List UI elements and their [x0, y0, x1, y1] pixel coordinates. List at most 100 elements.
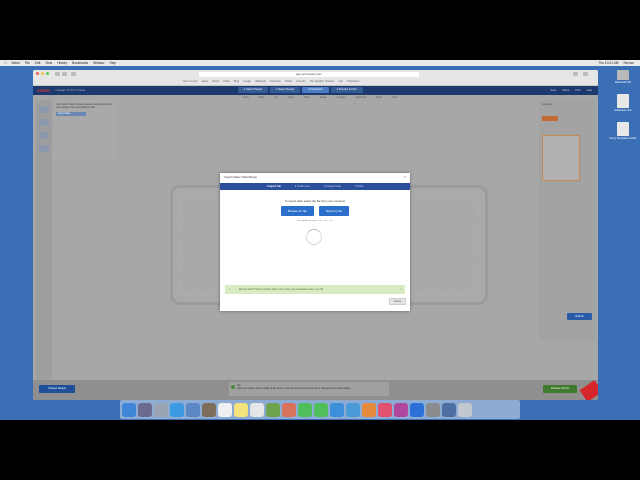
app-store-icon[interactable]: [410, 402, 424, 417]
menubar-user[interactable]: Service: [623, 60, 634, 66]
bookmark[interactable]: LinkedIn: [296, 80, 305, 84]
desktop-icon-hd[interactable]: Macintosh HD: [606, 70, 640, 84]
menu-edit[interactable]: Edit: [35, 60, 41, 66]
cut-button[interactable]: Cut: [274, 96, 278, 99]
forward-icon[interactable]: [62, 72, 67, 76]
finder-icon[interactable]: [122, 402, 136, 417]
trash-icon[interactable]: [458, 402, 472, 417]
shape-tool-icon[interactable]: [39, 132, 49, 139]
bookmark[interactable]: The Weather Channel: [310, 80, 334, 84]
menu-bookmarks[interactable]: Bookmarks: [72, 60, 88, 66]
bookmark[interactable]: TripAdvisor: [347, 80, 360, 84]
menu-help[interactable]: Help: [109, 60, 116, 66]
back-icon[interactable]: [55, 72, 60, 76]
contacts-icon[interactable]: [202, 402, 216, 417]
itunes-icon[interactable]: [378, 402, 392, 417]
system-preferences-icon[interactable]: [426, 402, 440, 417]
print-link[interactable]: Print: [575, 87, 580, 94]
help-link[interactable]: Help: [587, 87, 592, 94]
bookmarks-bar: Home Useful Apple iCloud Yahoo Bing Goog…: [183, 80, 443, 84]
grid-button[interactable]: Grid: [392, 96, 397, 99]
more-tools-icon[interactable]: [39, 145, 49, 152]
image-tool-icon[interactable]: [39, 119, 49, 126]
menubar-clock[interactable]: Thu 10:21 AM: [599, 60, 619, 66]
share-icon[interactable]: [573, 72, 578, 76]
desktop:  Safari File Edit View History Bookmark…: [0, 60, 640, 420]
step-preview-print[interactable]: 4 Preview & Print: [330, 87, 363, 93]
reminders-icon[interactable]: [250, 402, 264, 417]
text-tool-icon[interactable]: [39, 106, 49, 113]
file-types-note: Acceptable file types: .xls, .xlsx, .csv: [297, 220, 333, 222]
save-link[interactable]: Save: [550, 87, 556, 94]
numbers-icon[interactable]: [346, 402, 360, 417]
edit-all-button[interactable]: Edit All: [567, 313, 592, 320]
step-select-project[interactable]: 1 Select Project: [238, 87, 269, 93]
mail-icon[interactable]: [186, 402, 200, 417]
app-breadcrumb: / Design & Print Online: [55, 88, 86, 92]
bookmark[interactable]: Google: [243, 80, 251, 84]
import-data-button[interactable]: Import Data: [56, 112, 86, 116]
bookmark[interactable]: Bing: [234, 80, 239, 84]
tabs-icon[interactable]: [583, 72, 588, 76]
workflow-steps: 1 Select Project 2 Select Design 3 Custo…: [238, 87, 363, 93]
launchpad-icon[interactable]: [138, 402, 152, 417]
bookmark[interactable]: Yelp: [338, 80, 343, 84]
menu-file[interactable]: File: [25, 60, 30, 66]
step-customize[interactable]: 3 Customize: [302, 87, 329, 93]
safari-icon[interactable]: [170, 402, 184, 417]
menu-view[interactable]: View: [45, 60, 52, 66]
navigator-panel: Navigator: [539, 100, 595, 340]
calendar-icon[interactable]: [218, 402, 232, 417]
alignment-button[interactable]: Alignment: [355, 96, 366, 99]
cancel-button[interactable]: Cancel: [389, 298, 406, 305]
bookmark[interactable]: Facebook: [270, 80, 281, 84]
arrange-button[interactable]: Arrange: [337, 96, 346, 99]
redo-button[interactable]: Redo: [259, 96, 265, 99]
share-link[interactable]: Share: [562, 87, 569, 94]
address-bar[interactable]: app.print.avery.com: [199, 72, 419, 77]
bookmark[interactable]: Apple: [201, 80, 207, 84]
menu-window[interactable]: Window: [93, 60, 104, 66]
change-design-button[interactable]: Change Design: [39, 385, 75, 393]
desktop-icon-file[interactable]: Addresses.xlsx: [606, 94, 640, 112]
preview-print-button[interactable]: Preview & Print: [543, 385, 577, 393]
sheet-thumbnail[interactable]: [542, 135, 580, 181]
myavery-file-button[interactable]: MyAvery file: [318, 206, 350, 216]
copy-button[interactable]: Copy: [288, 96, 294, 99]
facetime-icon[interactable]: [314, 402, 328, 417]
undo-button[interactable]: Undo: [243, 96, 249, 99]
delete-button[interactable]: Delete: [320, 96, 327, 99]
notes-icon[interactable]: [234, 402, 248, 417]
minimize-window-button[interactable]: [41, 72, 44, 75]
browse-file-button[interactable]: Browse for file: [280, 206, 314, 216]
bookmark[interactable]: iCloud: [212, 80, 219, 84]
zoom-window-button[interactable]: [46, 72, 49, 75]
menu-history[interactable]: History: [57, 60, 67, 66]
navigator-tab[interactable]: [542, 116, 558, 121]
menu-safari[interactable]: Safari: [11, 60, 19, 66]
photos-icon[interactable]: [282, 402, 296, 417]
close-banner-icon[interactable]: ×: [401, 285, 402, 294]
maps-icon[interactable]: [266, 402, 280, 417]
ibooks-icon[interactable]: [394, 402, 408, 417]
close-window-button[interactable]: [36, 72, 39, 75]
paste-button[interactable]: Paste: [304, 96, 310, 99]
close-icon[interactable]: ×: [404, 174, 406, 179]
edit-toolbar: Undo Redo Cut Copy Paste Delete Arrange …: [243, 96, 397, 99]
apple-menu-icon[interactable]: : [4, 60, 6, 66]
bookmark[interactable]: Home Useful: [183, 80, 197, 84]
zoom-button[interactable]: Zoom: [376, 96, 382, 99]
bookmark[interactable]: Twitter: [285, 80, 292, 84]
downloads-icon[interactable]: [442, 402, 456, 417]
step-select-design[interactable]: 2 Select Design: [270, 87, 301, 93]
sidebar-icon[interactable]: [71, 72, 76, 76]
rocket-icon[interactable]: [154, 402, 168, 417]
desktop-icon-folder[interactable]: Avery Templates Folder: [606, 122, 640, 140]
avery-logo[interactable]: AVERY: [37, 87, 50, 94]
dialog-buttons: Browse for file MyAvery file: [220, 206, 410, 216]
bookmark[interactable]: Yahoo: [223, 80, 230, 84]
bookmark[interactable]: Wikipedia: [255, 80, 266, 84]
messages-icon[interactable]: [298, 402, 312, 417]
pages-icon[interactable]: [330, 402, 344, 417]
keynote-icon[interactable]: [362, 402, 376, 417]
